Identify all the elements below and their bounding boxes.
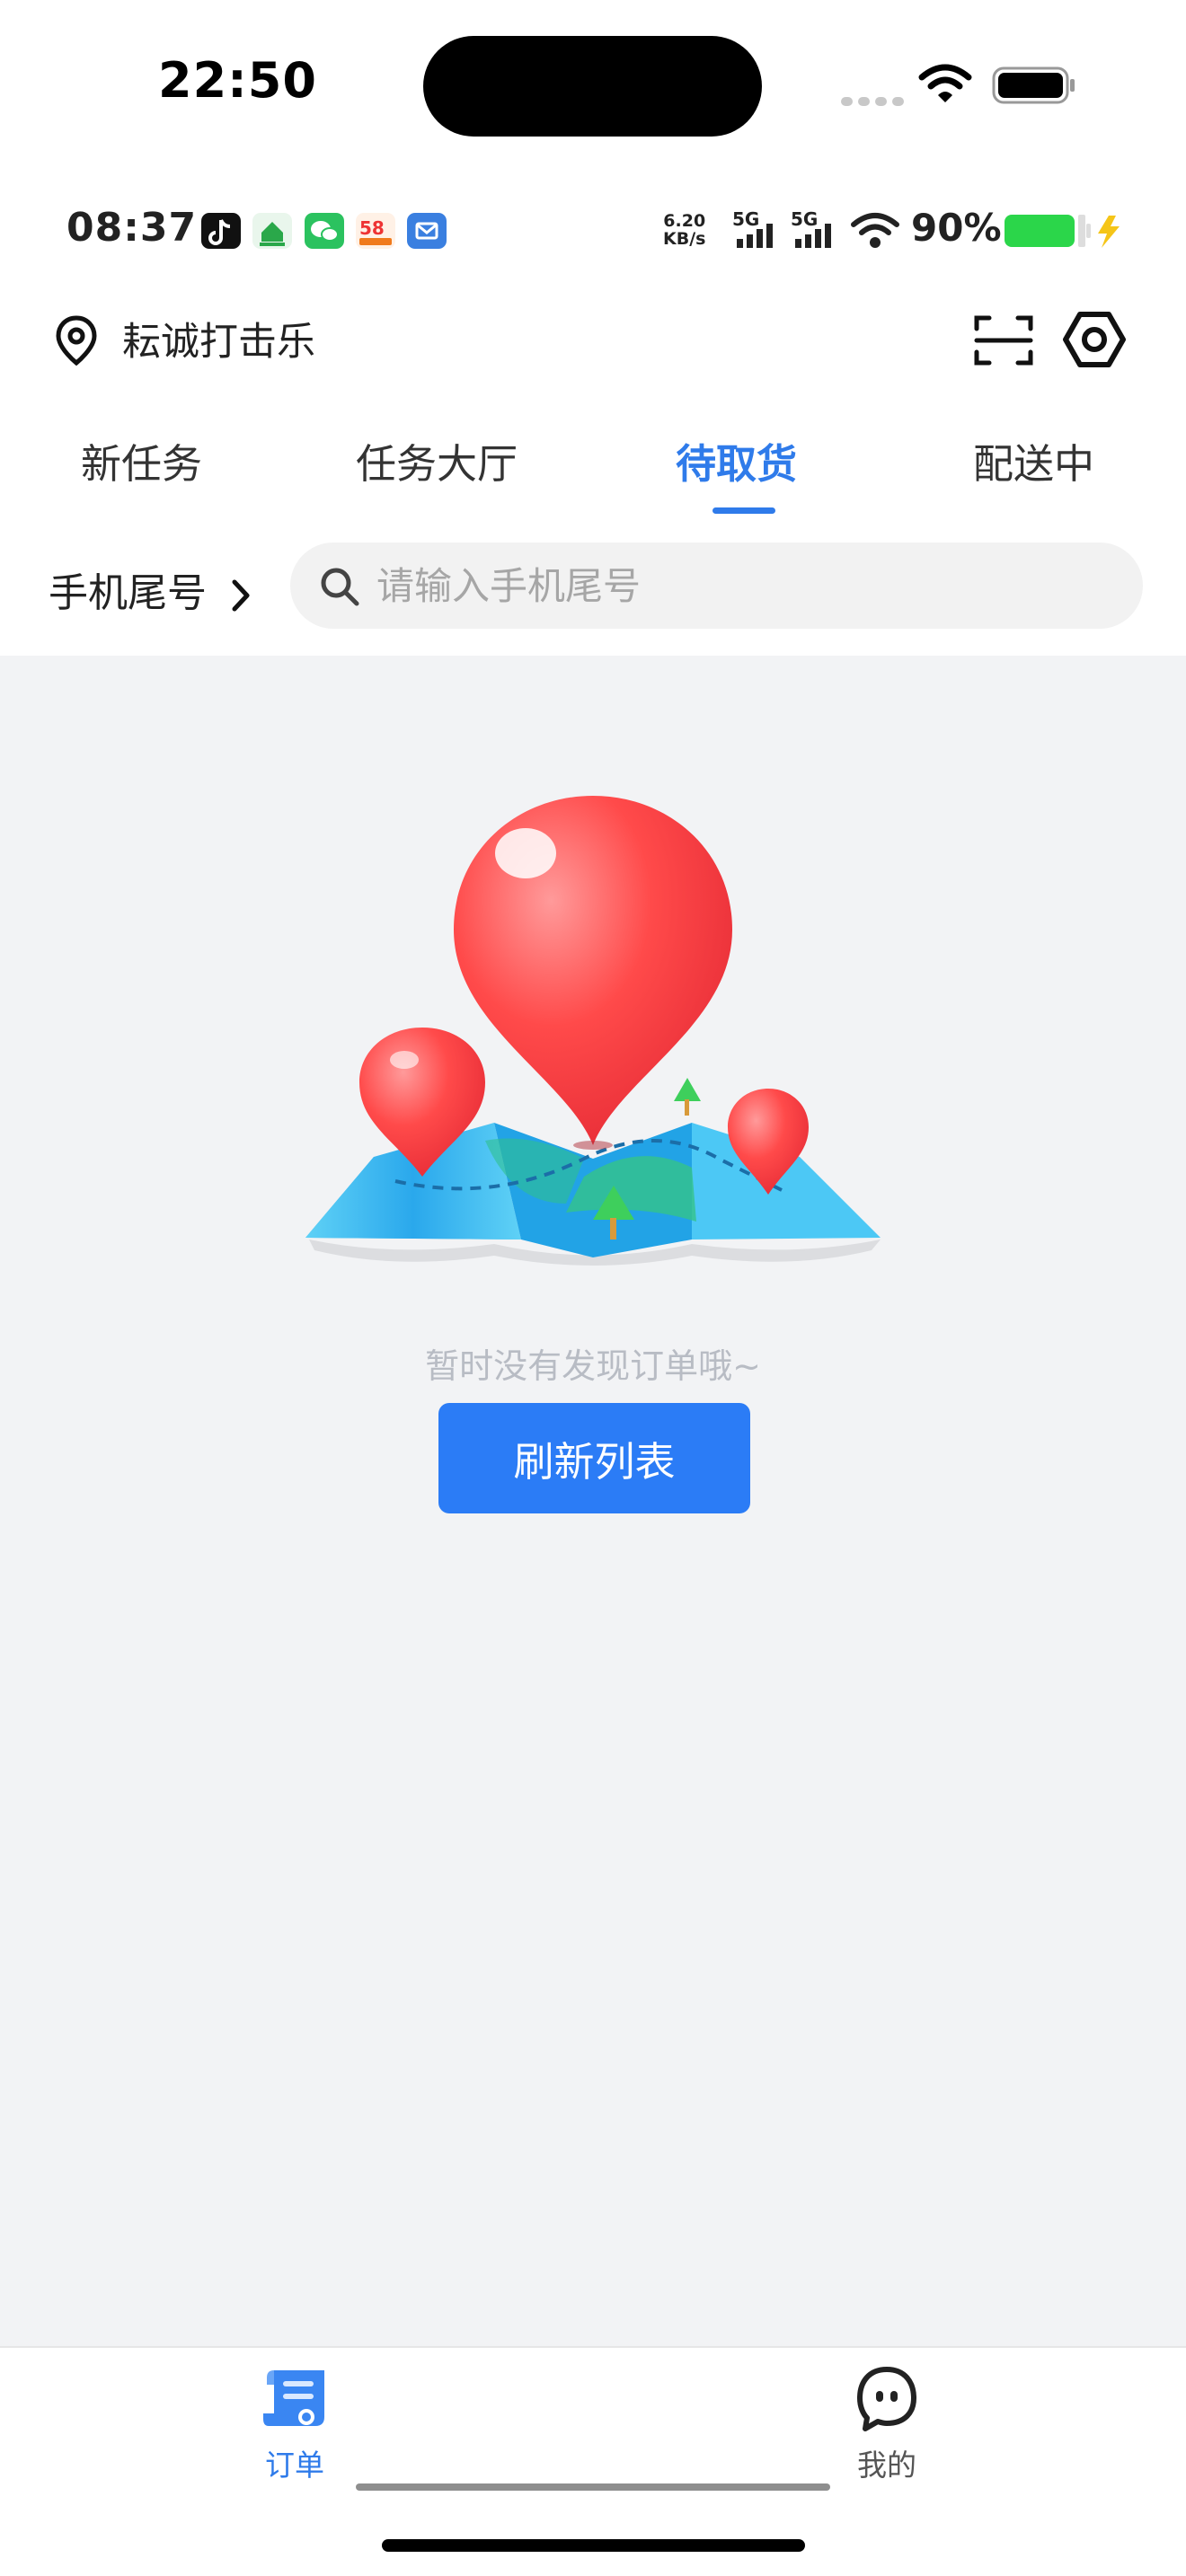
tab-new-task[interactable]: 新任务	[81, 431, 202, 490]
battery-icon	[992, 66, 1075, 104]
phone-suffix-label: 手机尾号	[49, 570, 207, 616]
android-home-indicator	[356, 2483, 830, 2491]
android-clock: 08:37	[66, 205, 198, 251]
nav-mine-label[interactable]: 我的	[857, 2441, 916, 2484]
svg-text:58: 58	[359, 217, 385, 239]
refresh-list-button[interactable]: 刷新列表	[438, 1403, 750, 1513]
active-tab-indicator	[712, 507, 775, 514]
signal-bars-2-icon	[795, 224, 831, 248]
battery-percent: 90%	[911, 206, 1002, 250]
tab-delivering[interactable]: 配送中	[973, 431, 1094, 490]
profile-face-icon[interactable]	[854, 2364, 919, 2432]
58-app-icon: 58	[356, 213, 395, 249]
android-wifi-icon	[851, 213, 899, 248]
mail-app-icon	[407, 213, 447, 249]
nav-orders-label[interactable]: 订单	[265, 2441, 324, 2484]
tab-awaiting-pickup[interactable]: 待取货	[676, 431, 797, 490]
net-speed-unit: KB/s	[663, 229, 706, 249]
empty-message: 暂时没有发现订单哦~	[425, 1346, 761, 1386]
home-app-icon	[252, 213, 292, 249]
search-icon	[321, 568, 359, 606]
phone-suffix-filter[interactable]: 手机尾号	[49, 560, 252, 618]
ios-home-indicator[interactable]	[382, 2539, 805, 2552]
wechat-app-icon	[305, 213, 344, 249]
tiktok-app-icon	[201, 213, 241, 249]
ios-clock: 22:50	[158, 52, 317, 109]
android-battery-icon	[1005, 215, 1120, 248]
location-name[interactable]: 耘诚打击乐	[122, 311, 315, 366]
map-pin-icon[interactable]	[54, 314, 99, 366]
scan-icon[interactable]	[973, 313, 1034, 368]
chevron-right-icon	[232, 579, 250, 612]
order-scroll-icon[interactable]	[261, 2365, 332, 2431]
tab-task-hall[interactable]: 任务大厅	[356, 431, 518, 490]
wifi-icon	[918, 64, 972, 102]
settings-icon[interactable]	[1062, 309, 1127, 370]
search-box[interactable]	[290, 543, 1143, 629]
empty-map-illustration	[305, 796, 881, 1266]
signal-bars-icon	[737, 224, 773, 248]
dynamic-island	[423, 36, 762, 137]
net-speed-value: 6.20	[663, 211, 706, 231]
phone-suffix-input[interactable]	[376, 543, 1113, 629]
cellular-dots-icon	[841, 93, 909, 110]
network-speed: 6.20 KB/s	[663, 212, 705, 248]
